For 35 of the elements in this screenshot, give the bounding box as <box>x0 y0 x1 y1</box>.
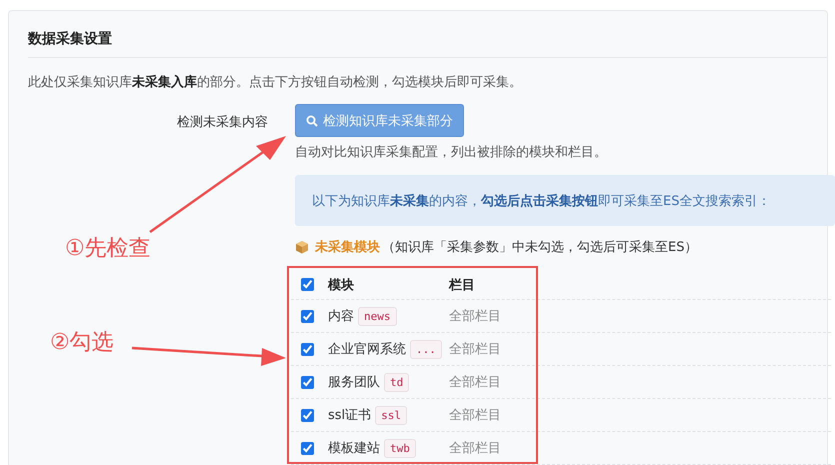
checkbox[interactable] <box>301 342 314 356</box>
table-cell-text: 全部栏目 <box>449 440 501 457</box>
module-code: ssl <box>375 406 408 424</box>
help-text: 自动对比知识库采集配置，列出被排除的模块和栏目。 <box>295 144 608 162</box>
module-name: ssl证书 <box>328 407 372 424</box>
field-label: 检测未采集内容 <box>176 114 268 131</box>
description-text: 此处仅采集知识库未采集入库的部分。点击下方按钮自动检测，勾选模块后即可采集。 <box>28 74 523 92</box>
package-icon <box>295 240 309 254</box>
module-code: ... <box>410 340 442 358</box>
panel-title: 数据采集设置 <box>28 30 113 49</box>
column-header: 模块 <box>328 276 355 294</box>
module-name: 内容 <box>328 308 354 325</box>
checkbox[interactable] <box>301 278 314 291</box>
annotation-text: ②勾选 <box>50 329 114 357</box>
checkbox[interactable] <box>301 376 314 388</box>
section-title: 未采集模块 <box>315 238 380 256</box>
table-cell-text: 全部栏目 <box>449 341 501 358</box>
checkbox[interactable] <box>301 310 314 322</box>
module-name: 模板建站 <box>328 440 380 457</box>
module-name: 服务团队 <box>328 374 380 391</box>
module-code: twb <box>384 438 416 458</box>
module-code: td <box>384 372 410 392</box>
annotation-text: ①先检查 <box>65 235 151 263</box>
detect-button[interactable]: 检测知识库未采集部分 <box>295 104 464 137</box>
table-cell-text: 全部栏目 <box>449 308 501 325</box>
section-note: （知识库「采集参数」中未勾选，勾选后可采集至ES） <box>382 239 698 256</box>
checkbox[interactable] <box>301 442 314 454</box>
notice-text: 以下为知识库未采集的内容，勾选后点击采集按钮即可采集至ES全文搜索索引： <box>295 175 835 226</box>
checkbox[interactable] <box>301 408 314 422</box>
search-icon <box>306 114 318 126</box>
module-code: news <box>358 306 396 326</box>
table-cell-text: 全部栏目 <box>449 374 501 391</box>
module-name: 企业官网系统 <box>328 341 406 358</box>
table-cell-text: 全部栏目 <box>449 407 501 424</box>
column-header: 栏目 <box>449 276 475 294</box>
